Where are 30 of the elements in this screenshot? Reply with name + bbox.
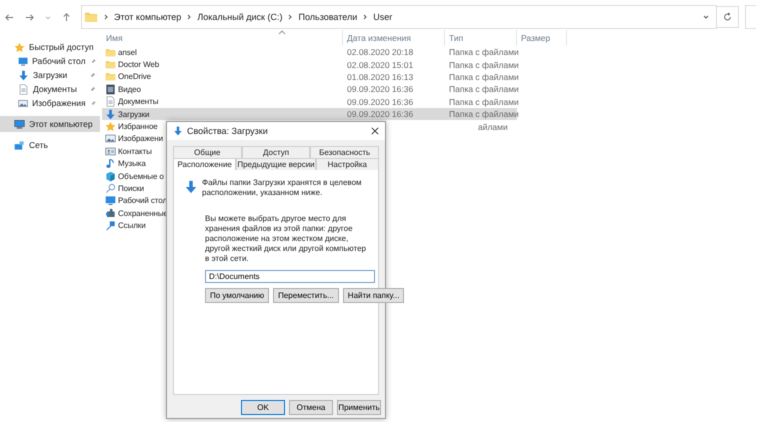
file-name: Ссылки [118,221,146,230]
file-name: Сохраненные [118,208,168,218]
file-name: Видео [118,84,141,94]
dialog-title: Свойства: Загрузки [187,126,268,136]
info-text: Файлы папки Загрузки хранятся в целевом расположении, указанном ниже. [202,178,363,198]
file-type: Папка с файлами [448,109,517,120]
file-date: 02.08.2020 20:18 [346,47,414,58]
file-date: 09.09.2020 16:36 [346,84,414,94]
file-type: Папка с файлами [448,72,517,82]
file-name: Изображени [118,134,163,144]
file-name: Поиски [118,184,144,193]
file-type: Папка с файлами [448,96,517,107]
file-date: 02.08.2020 15:01 [346,60,414,70]
file-date: 09.09.2020 16:36 [346,109,414,120]
file-name: Музыка [118,159,146,168]
file-name: Объемные о [118,172,164,181]
file-type: айлами [477,122,509,132]
file-name: OneDrive [118,72,151,82]
file-type: Папка с файлами [448,60,517,70]
file-name: ansel [118,48,137,57]
file-type: Папка с файлами [448,47,517,58]
file-type: Папка с файлами [448,84,517,94]
file-date: 01.08.2020 16:13 [346,72,414,82]
description-text: Вы можете выбрать другое место для хранения файлов из этой папки: другое расположение на этом жестком диске, другой жесткий диск или другой компьютер в этой сети. [205,214,367,264]
file-name: Загрузки [118,110,150,119]
file-name: Контакты [118,146,152,156]
file-date: 09.09.2020 16:36 [346,96,414,107]
file-name: Doctor Web [118,60,160,70]
file-name: Документы [118,97,158,106]
file-name: Избранное [118,122,158,132]
